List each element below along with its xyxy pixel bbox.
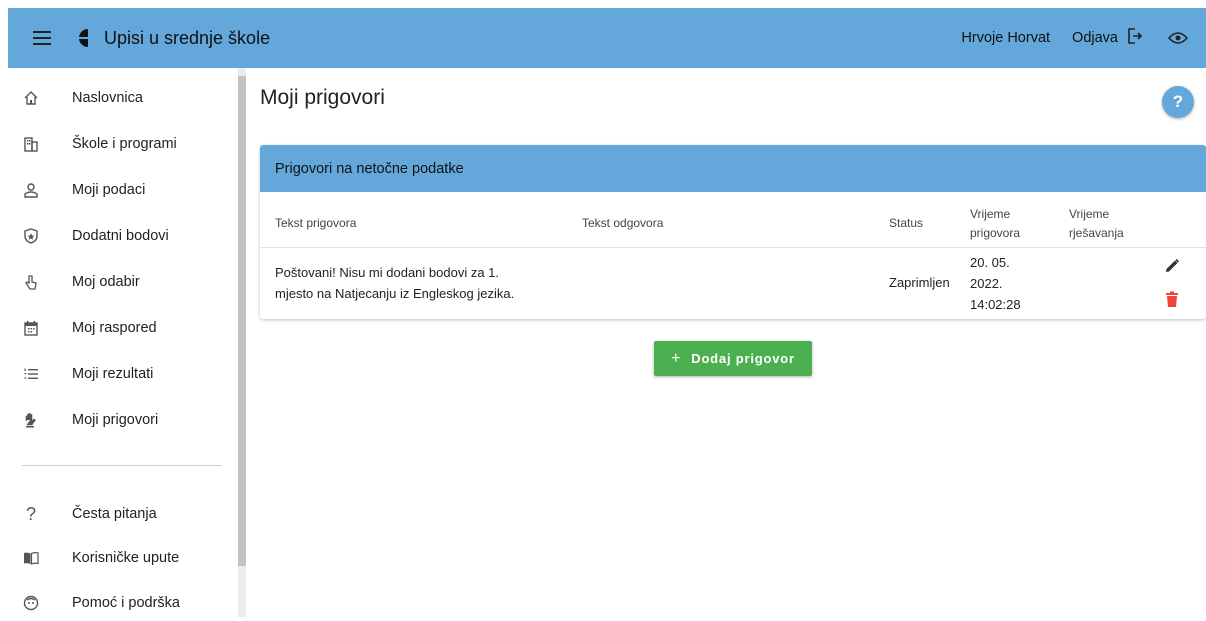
- sidebar-item-label: Moj odabir: [72, 274, 140, 290]
- complaint-text-cell: Poštovani! Nisu mi dodani bodovi za 1. m…: [275, 262, 514, 304]
- sidebar-item-label: Moji podaci: [72, 182, 146, 198]
- sidebar-item-pomoc-podrska[interactable]: Pomoć i podrška: [8, 585, 238, 621]
- sidebar-item-moji-rezultati[interactable]: Moji rezultati: [8, 356, 238, 392]
- pointer-hand-icon: [22, 273, 40, 291]
- table-divider: [260, 247, 1206, 248]
- column-header-resolution-time: Vrijeme rješavanja: [1069, 205, 1124, 243]
- numbered-list-icon: [22, 365, 40, 383]
- support-icon: [22, 594, 40, 612]
- edit-icon[interactable]: [1163, 257, 1181, 275]
- column-header-line: rješavanja: [1069, 226, 1124, 240]
- sidebar-item-moj-odabir[interactable]: Moj odabir: [8, 264, 238, 300]
- sidebar-divider: [22, 465, 222, 466]
- sidebar-item-moji-podaci[interactable]: Moji podaci: [8, 172, 238, 208]
- add-complaint-label: Dodaj prigovor: [691, 351, 795, 366]
- sidebar-item-cesta-pitanja[interactable]: ? Česta pitanja: [8, 496, 238, 532]
- person-icon: [22, 181, 40, 199]
- logout-icon: [1126, 27, 1144, 49]
- sidebar-item-label: Naslovnica: [72, 90, 143, 106]
- delete-icon[interactable]: [1163, 290, 1181, 308]
- raised-hand-icon: [22, 411, 40, 429]
- scrollbar-thumb[interactable]: [238, 76, 246, 566]
- sidebar-item-label: Moji prigovori: [72, 412, 159, 428]
- complaint-text-line: Poštovani! Nisu mi dodani bodovi za 1.: [275, 265, 500, 280]
- sidebar-item-label: Moji rezultati: [72, 366, 154, 382]
- menu-icon[interactable]: [30, 28, 54, 48]
- logo-icon: [74, 28, 92, 48]
- sidebar-item-label: Česta pitanja: [72, 506, 157, 522]
- column-header-response-text: Tekst odgovora: [582, 216, 664, 230]
- time-line: 20. 05.: [970, 255, 1010, 270]
- sidebar-item-label: Korisničke upute: [72, 550, 180, 566]
- building-icon: [22, 135, 40, 153]
- column-header-line: Vrijeme: [970, 207, 1011, 221]
- add-complaint-button[interactable]: + Dodaj prigovor: [654, 341, 812, 376]
- sidebar-item-naslovnica[interactable]: Naslovnica: [8, 80, 238, 116]
- calendar-icon: [22, 319, 40, 337]
- column-header-line: prigovora: [970, 226, 1021, 240]
- sidebar-item-moj-raspored[interactable]: Moj raspored: [8, 310, 238, 346]
- eye-icon[interactable]: [1168, 28, 1188, 48]
- sidebar-item-label: Dodatni bodovi: [72, 228, 169, 244]
- app-title[interactable]: Upisi u srednje škole: [104, 28, 270, 49]
- column-header-status: Status: [889, 216, 924, 230]
- page-title: Moji prigovori: [260, 86, 385, 109]
- sidebar-item-label: Moj raspored: [72, 320, 157, 336]
- column-header-complaint-text: Tekst prigovora: [275, 216, 357, 230]
- complaint-text-line: mjesto na Natjecanju iz Engleskog jezika…: [275, 286, 515, 301]
- time-line: 2022.: [970, 276, 1003, 291]
- star-shield-icon: [22, 227, 40, 245]
- user-name[interactable]: Hrvoje Horvat: [961, 30, 1050, 46]
- time-line: 14:02:28: [970, 297, 1021, 312]
- column-header-line: Vrijeme: [1069, 207, 1110, 221]
- sidebar-item-label: Pomoć i podrška: [72, 595, 180, 611]
- logout-button[interactable]: Odjava: [1072, 27, 1144, 49]
- home-icon: [22, 89, 40, 107]
- card-header: Prigovori na netočne podatke: [260, 145, 1206, 192]
- sidebar: Naslovnica Škole i programi Moji podaci …: [8, 68, 238, 617]
- sidebar-item-skole[interactable]: Škole i programi: [8, 126, 238, 162]
- column-header-complaint-time: Vrijeme prigovora: [970, 205, 1020, 243]
- top-app-bar: Upisi u srednje škole Hrvoje Horvat Odja…: [8, 8, 1206, 68]
- card-title: Prigovori na netočne podatke: [275, 160, 464, 177]
- help-button[interactable]: ?: [1162, 86, 1194, 118]
- book-icon: [22, 549, 40, 567]
- plus-icon: +: [671, 349, 682, 367]
- sidebar-item-label: Škole i programi: [72, 136, 177, 152]
- sidebar-item-moji-prigovori[interactable]: Moji prigovori: [8, 402, 238, 438]
- complaint-time-cell: 20. 05. 2022. 14:02:28: [970, 252, 1021, 315]
- sidebar-scrollbar[interactable]: [238, 68, 246, 617]
- question-icon: ?: [25, 503, 36, 524]
- logout-label: Odjava: [1072, 30, 1118, 46]
- sidebar-item-korisnicke-upute[interactable]: Korisničke upute: [8, 540, 238, 576]
- sidebar-item-dodatni-bodovi[interactable]: Dodatni bodovi: [8, 218, 238, 254]
- status-cell: Zaprimljen: [889, 275, 950, 290]
- complaints-card: Prigovori na netočne podatke Tekst prigo…: [260, 145, 1206, 319]
